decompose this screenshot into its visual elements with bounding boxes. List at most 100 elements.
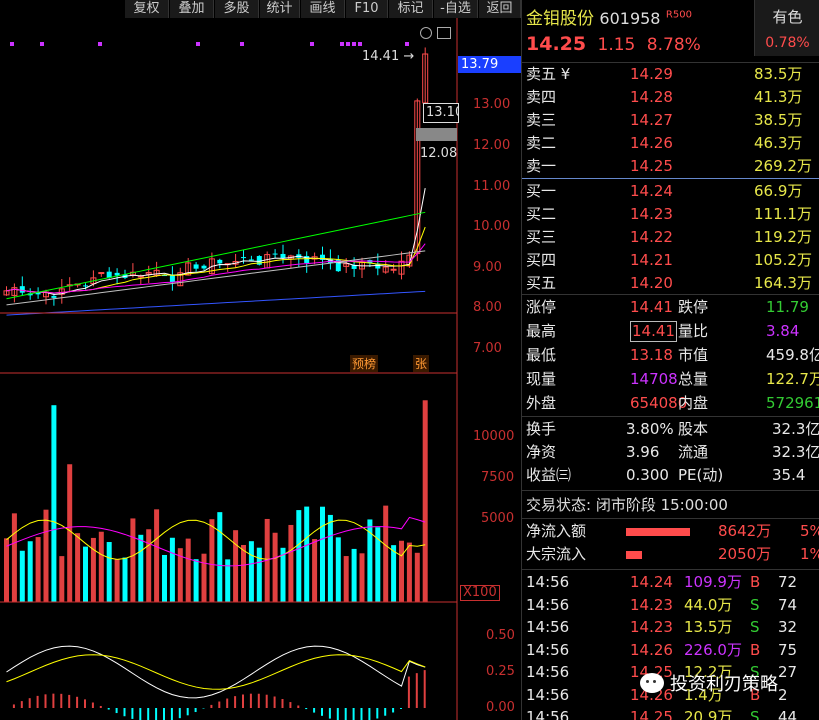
price-change: 1.15	[597, 35, 636, 55]
fundamental-label: 流通	[678, 443, 709, 461]
fundamental-label: PE(动)	[678, 466, 724, 484]
toolbar-f10-button[interactable]: F10	[346, 0, 388, 18]
tick-row: 14:56 14.24 109.9万 B 72	[526, 571, 819, 594]
tick-price: 14.26	[630, 640, 673, 659]
crosshair-price-box: 13.10	[423, 103, 459, 123]
ask-price: 14.28	[630, 88, 673, 106]
volume-bar	[209, 519, 215, 602]
stat-label: 涨停	[526, 298, 557, 316]
candlestick-layer	[3, 47, 429, 306]
toolbar-overlay-button[interactable]: 叠加	[170, 0, 214, 18]
signal-dots	[10, 42, 409, 46]
chart-settings-icon[interactable]	[420, 27, 432, 39]
tick-volume: 44.0万	[684, 595, 733, 614]
volume-bar	[414, 552, 420, 602]
bid-row: 买二 14.23 111.1万	[526, 203, 819, 226]
tick-price: 14.23	[630, 595, 673, 614]
toolbar-remove-watchlist-button[interactable]: -自选	[434, 0, 478, 18]
flow-row: 大宗流入 2050万 1%	[526, 543, 819, 566]
current-price-tag: 13.79	[458, 56, 521, 73]
tick-volume: 226.0万	[684, 640, 742, 659]
candle-body	[169, 274, 175, 283]
volume-bar	[51, 405, 57, 602]
bid-price: 14.21	[630, 251, 673, 269]
toolbar-adjust-button[interactable]: 复权	[125, 0, 169, 18]
price-line: 14.25 1.15 8.78%	[526, 33, 701, 55]
bid-row: 买一 14.24 66.9万	[526, 180, 819, 203]
candle-body	[390, 268, 397, 271]
volume-bar	[130, 518, 136, 602]
volume-bar	[272, 532, 278, 602]
toolbar-draw-button[interactable]: 画线	[301, 0, 345, 18]
stat-value: 13.18	[630, 346, 673, 364]
candle-body	[280, 253, 286, 259]
watermark: 投资利刃策略	[640, 670, 778, 696]
sector-badge[interactable]: 有色 0.78%	[754, 0, 819, 56]
stat-value: 459.8亿	[766, 346, 819, 364]
fundamental-value: 3.96	[626, 443, 660, 461]
stat-value: 3.84	[766, 322, 800, 340]
stock-tag-500: 500	[672, 9, 692, 21]
stat-value: 14.41	[630, 298, 673, 316]
ma60-line	[6, 211, 426, 300]
tick-side: B	[750, 573, 761, 591]
volume-bar	[422, 400, 428, 602]
ask-volume: 46.3万	[754, 134, 803, 152]
stat-label: 最低	[526, 346, 557, 364]
volume-bar	[248, 541, 254, 602]
tick-count: 72	[778, 573, 798, 591]
candle-body	[201, 265, 207, 269]
toolbar-stats-button[interactable]: 统计	[260, 0, 300, 18]
flow-value: 8642万	[718, 522, 772, 540]
volume-bar	[241, 544, 246, 602]
volume-bar	[296, 510, 302, 602]
tick-row: 14:56 14.23 44.0万 S 74	[526, 594, 819, 617]
volume-bar	[320, 506, 325, 602]
candle-body	[98, 272, 105, 275]
stat-value: 11.79	[766, 298, 809, 316]
candle-body	[51, 295, 57, 298]
tick-volume: 109.9万	[684, 573, 742, 591]
price-tick: 10.00	[473, 219, 511, 234]
volume-bar	[67, 464, 73, 602]
flow-label: 大宗流入	[526, 545, 587, 563]
fundamental-label: 净资	[526, 443, 557, 461]
volume-bar	[335, 537, 341, 602]
ma250-line	[6, 290, 426, 316]
toolbar-multi-stock-button[interactable]: 多股	[215, 0, 259, 18]
stat-row: 最低 13.18 市值 459.8亿	[526, 344, 819, 367]
stat-label: 外盘	[526, 394, 557, 412]
tick-volume: 13.5万	[684, 618, 733, 636]
candle-body	[19, 286, 25, 293]
ask-label: 卖三	[526, 111, 557, 129]
volume-bar	[19, 550, 25, 602]
macd-indicator	[6, 645, 426, 720]
bid-volume: 119.2万	[754, 228, 812, 246]
bid-price: 14.24	[630, 182, 673, 200]
volume-bar	[391, 545, 397, 602]
price-tick: 8.00	[473, 300, 502, 315]
wechat-icon	[640, 673, 664, 693]
volume-bar	[185, 538, 191, 602]
ask-label: 卖五 ¥	[526, 65, 571, 83]
chart-toggle-icon[interactable]	[437, 27, 451, 39]
volume-unit-label: X100	[460, 585, 500, 601]
ask-row: 卖五 ¥ 14.29 83.5万	[526, 63, 819, 86]
bid-label: 买四	[526, 251, 557, 269]
tick-price: 14.24	[630, 573, 673, 591]
event-badge-2[interactable]: 张	[413, 355, 430, 372]
volume-tick: 7500	[481, 470, 515, 485]
candle-body	[248, 259, 254, 261]
volume-bar	[169, 537, 175, 602]
event-badge-1[interactable]: 预榜	[350, 355, 379, 372]
high-price-value: 14.41	[362, 49, 400, 64]
quote-panel: 金钼股份 601958 R500 有色 0.78% 14.25 1.15 8.7…	[521, 0, 819, 720]
tick-time: 14:56	[526, 595, 570, 614]
tick-count: 75	[778, 640, 798, 659]
dea-line	[6, 654, 426, 690]
tick-time: 14:56	[526, 573, 570, 591]
bid-price: 14.20	[630, 274, 673, 292]
toolbar-back-button[interactable]: 返回	[479, 0, 521, 18]
volume-bar	[114, 559, 120, 602]
toolbar-mark-button[interactable]: 标记	[389, 0, 433, 18]
